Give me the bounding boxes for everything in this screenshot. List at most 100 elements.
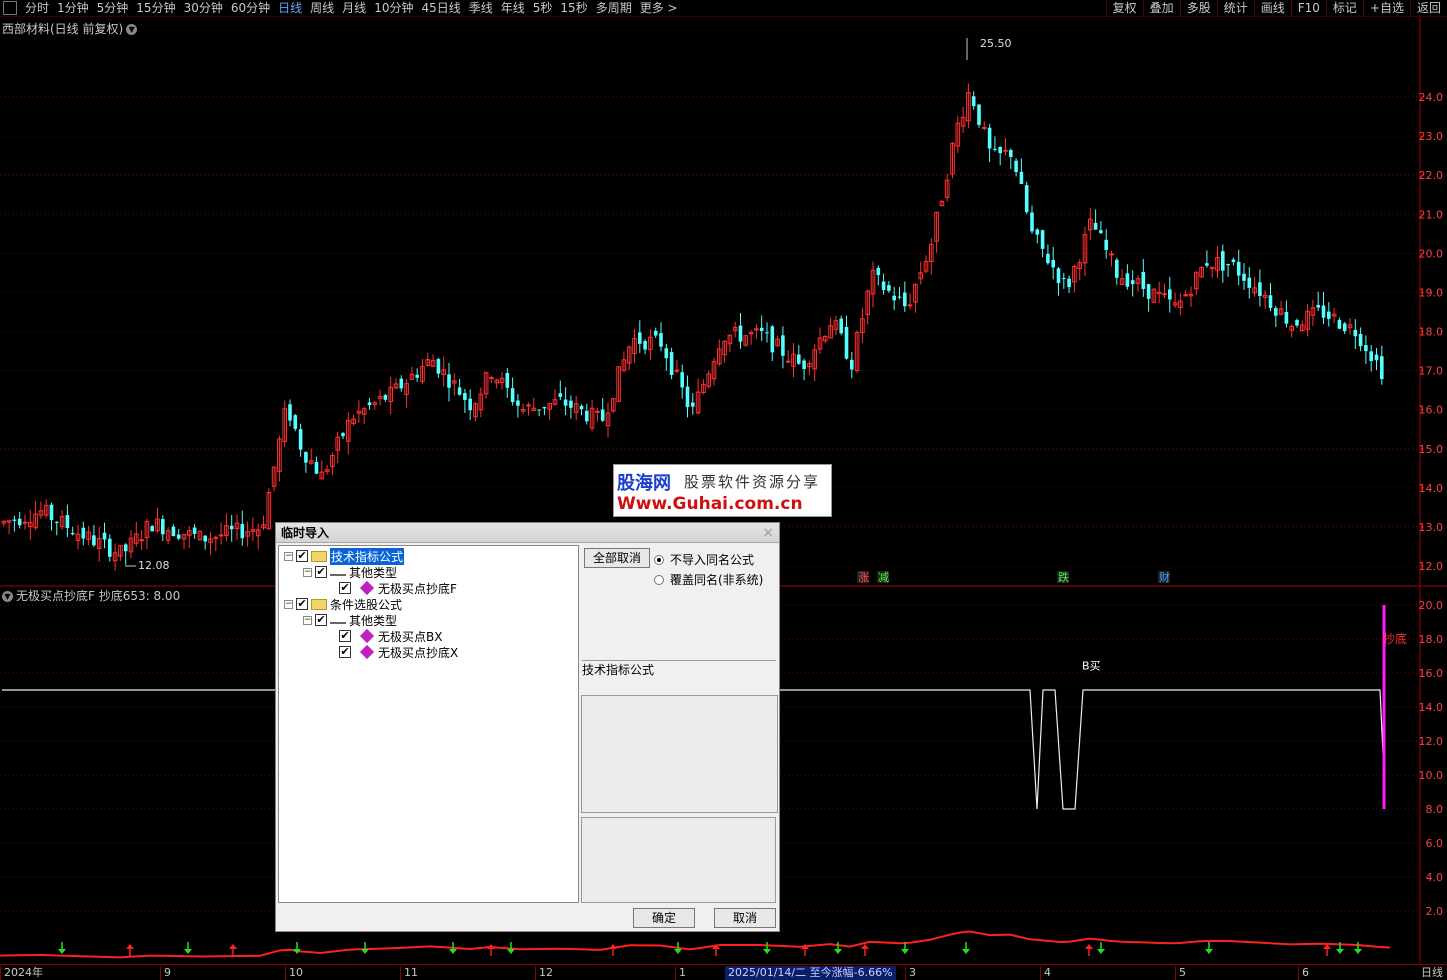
y-tick-label: 22.0 [1419, 169, 1444, 182]
tree-node-select[interactable]: − ✔ 条件选股公式 [284, 596, 402, 612]
candle-body [1115, 259, 1119, 278]
candle-body [674, 369, 680, 372]
tree-node-formula-x[interactable]: ✔ 无极买点抄底X [339, 644, 458, 660]
candle-body [22, 521, 28, 524]
candle-body [797, 354, 801, 364]
collapse-icon[interactable]: − [284, 599, 293, 609]
dialog-title: 临时导入 [281, 526, 330, 540]
checkbox[interactable]: ✔ [315, 566, 327, 578]
checkbox[interactable]: ✔ [296, 550, 308, 562]
formula-icon [359, 628, 375, 644]
candle-body [785, 360, 791, 363]
high-label: 25.50 [980, 37, 1012, 50]
candle-body [1221, 251, 1225, 271]
tree-node-tech[interactable]: − ✔ 技术指标公式 [284, 547, 405, 565]
candle-body [993, 148, 997, 150]
radio-label: 不导入同名公式 [670, 553, 755, 567]
candle-body [171, 526, 176, 537]
radio-no-import[interactable]: 不导入同名公式 [654, 551, 754, 568]
mini-trend-line [0, 930, 1391, 959]
candle-body [680, 372, 684, 388]
time-label: 10 [285, 966, 303, 980]
sell-arrow-icon [361, 949, 369, 954]
folder-icon [311, 550, 327, 562]
checkbox[interactable]: ✔ [339, 630, 351, 642]
candle-body [1242, 273, 1246, 281]
candle-body [770, 326, 775, 353]
collapse-icon[interactable]: − [284, 551, 293, 561]
indicator-tick-label: 4.0 [1426, 871, 1444, 884]
candle-body [70, 532, 75, 535]
checkbox[interactable]: ✔ [315, 614, 327, 626]
dialog-titlebar[interactable]: 临时导入 × [276, 523, 779, 543]
collapse-icon[interactable]: − [303, 567, 312, 577]
y-tick-label: 19.0 [1419, 286, 1444, 299]
candle-body [526, 404, 531, 407]
tree-node-formula-bx[interactable]: ✔ 无极买点BX [339, 628, 442, 644]
buy-arrow-icon [229, 944, 237, 949]
candle-body [1321, 305, 1326, 318]
radio-icon[interactable] [654, 574, 664, 585]
checkbox[interactable]: ✔ [296, 598, 308, 610]
candle-body [383, 395, 388, 400]
candle-body [92, 535, 96, 546]
sell-arrow-icon [901, 949, 909, 954]
indicator-tick-label: 14.0 [1419, 701, 1444, 714]
import-dialog: 临时导入 × − ✔ 技术指标公式 − ✔ 其他类型 ✔ 无极买点抄底F − ✔… [275, 522, 780, 932]
period-label: 日线 [1421, 966, 1443, 979]
candle-body [240, 523, 245, 539]
radio-icon[interactable] [654, 554, 664, 565]
cancel-button[interactable]: 取消 [714, 908, 776, 928]
candle-body [218, 534, 224, 537]
date-highlight: 2025/01/14/二 至今涨幅-6.66% [725, 966, 896, 980]
tree-node-tech-other[interactable]: − ✔ 其他类型 [303, 564, 397, 580]
watermark-brand: 股海网 [617, 473, 671, 494]
sell-arrow-icon [449, 949, 457, 954]
radio-overwrite[interactable]: 覆盖同名(非系统) [654, 571, 763, 588]
collapse-icon[interactable]: − [303, 615, 312, 625]
checkbox[interactable]: ✔ [339, 582, 351, 594]
time-label: 3 [905, 966, 916, 980]
candle-body [892, 295, 896, 301]
time-label: 9 [160, 966, 171, 980]
candle-body [55, 521, 59, 523]
candle-body [192, 527, 197, 534]
cancel-all-button[interactable]: 全部取消 [584, 548, 650, 568]
candle-body [1099, 230, 1103, 234]
candle-body [844, 326, 849, 359]
y-tick-label: 14.0 [1419, 482, 1444, 495]
candle-body [1067, 278, 1071, 288]
candle-body [123, 544, 128, 552]
candle-body [691, 402, 695, 407]
candle-body [1342, 323, 1347, 332]
indicator-title-text: 无极买点抄底F 抄底653: 8.00 [16, 589, 181, 603]
tree-node-formula-f[interactable]: ✔ 无极买点抄底F [339, 580, 457, 596]
candle-body [314, 461, 319, 474]
dropdown-icon[interactable]: ▼ [2, 591, 13, 602]
ok-button[interactable]: 确定 [633, 908, 695, 928]
candle-body [664, 348, 669, 359]
candle-body [505, 372, 510, 388]
time-label: 4 [1040, 966, 1051, 980]
candle-body [1051, 259, 1055, 268]
description-panel [581, 695, 778, 813]
candle-body [558, 393, 563, 397]
sell-arrow-icon [962, 949, 970, 954]
sell-arrow-icon [1336, 949, 1344, 954]
candle-body [1258, 282, 1262, 297]
y-tick-label: 23.0 [1419, 130, 1444, 143]
candle-body [1062, 278, 1066, 280]
candle-body [653, 330, 658, 336]
candle-body [341, 433, 345, 437]
candle-body [176, 534, 181, 539]
checkbox[interactable]: ✔ [339, 646, 351, 658]
tree-node-label: 其他类型 [349, 565, 398, 580]
tree-node-select-other[interactable]: − ✔ 其他类型 [303, 612, 397, 628]
close-icon[interactable]: × [762, 523, 774, 543]
candle-body [415, 374, 419, 378]
y-tick-label: 17.0 [1419, 365, 1444, 378]
candle-body [1093, 222, 1098, 230]
candle-body [81, 527, 86, 539]
candle-body [569, 400, 573, 408]
candle-body [468, 398, 472, 411]
